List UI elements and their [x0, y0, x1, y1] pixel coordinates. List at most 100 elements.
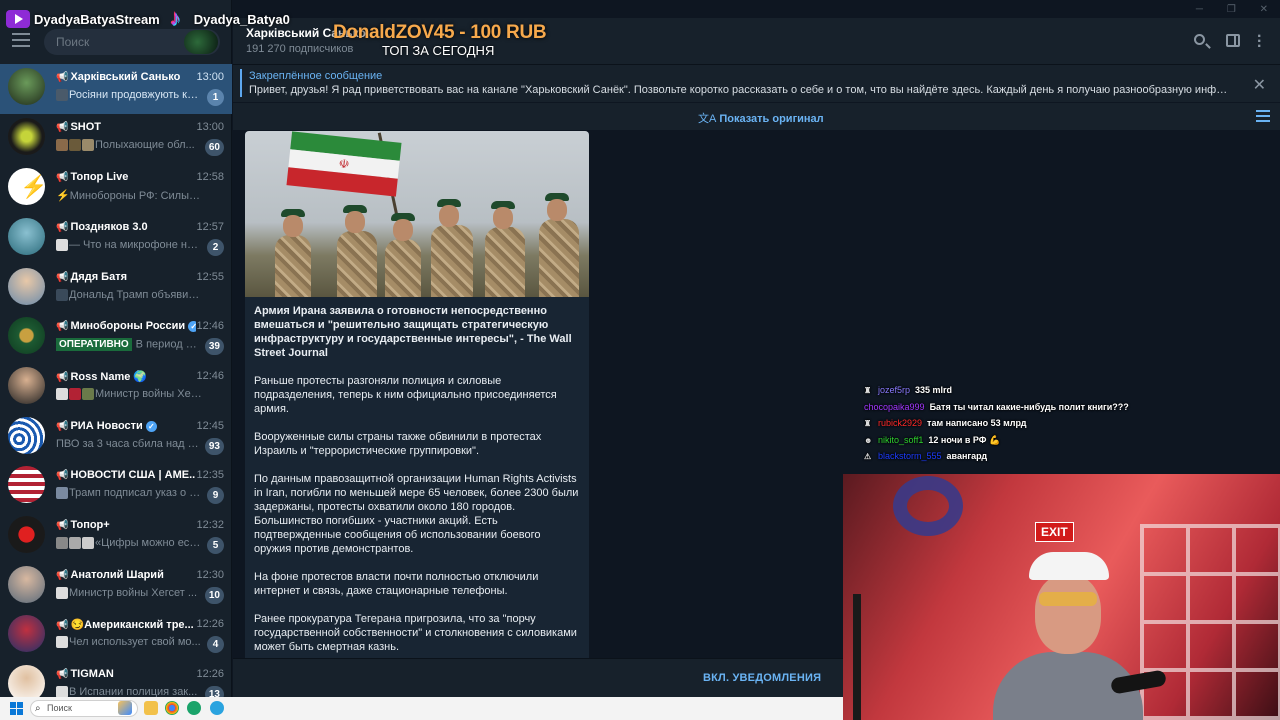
media-thumb-icon — [56, 537, 68, 550]
chat-item-novosti-usa[interactable]: 📢 НОВОСТИ США | АМЕ... 12:35 Трамп подпис… — [0, 462, 232, 512]
play-icon — [56, 239, 68, 252]
chat-time: 12:55 — [196, 271, 224, 283]
more-vertical-icon[interactable]: · · · — [1257, 29, 1262, 55]
close-icon[interactable]: ✕ — [1253, 75, 1266, 95]
megaphone-icon: 📢 — [56, 72, 69, 83]
chat-time: 12:46 — [196, 370, 224, 382]
widget-icon[interactable] — [118, 701, 132, 715]
media-thumb-icon — [56, 89, 68, 102]
menu-icon[interactable] — [12, 33, 30, 47]
chat-preview: Дональд Трамп объявил о в... — [56, 289, 202, 302]
avatar — [8, 466, 45, 503]
chat-item-anatoly-shariy[interactable]: 📢 Анатолий Шарий 12:30 Министр войны Хегс… — [0, 562, 232, 612]
media-thumb-icon — [56, 289, 68, 302]
search-icon[interactable] — [1194, 34, 1205, 45]
avatar — [8, 566, 45, 603]
chat-name: 📢 Дядя Батя — [56, 271, 127, 283]
donation-alert: DonaldZOV45 - 100 RUB — [333, 22, 547, 43]
unread-badge: 1 — [207, 89, 224, 106]
media-thumb-icon — [69, 537, 81, 550]
chat-name: 📢 РИА Новости ✓ — [56, 420, 196, 432]
media-thumb-icon — [82, 139, 94, 152]
unread-badge: 2 — [207, 239, 224, 256]
stream-chat-line: ♜ jozef5rp 335 mlrd — [864, 385, 953, 396]
chat-preview: Росіяни продовжують ко... — [56, 89, 202, 102]
folder-icon[interactable] — [144, 701, 158, 715]
megaphone-icon: 📢 — [56, 372, 69, 383]
avatar — [8, 218, 45, 255]
show-original-button[interactable]: 文A Показать оригинал — [698, 110, 824, 126]
chat-time: 12:35 — [196, 469, 224, 481]
translate-settings-icon[interactable] — [1256, 110, 1270, 122]
app-icon[interactable] — [187, 701, 201, 715]
unread-badge: 10 — [204, 587, 224, 604]
chat-item-kharkivskyi-sanko[interactable]: 📢 Харківський Санько 13:00 Росіяни продов… — [0, 64, 232, 114]
chat-time: 12:58 — [196, 171, 224, 183]
post-paragraph: На фоне протестов власти почти полностью… — [254, 571, 539, 597]
chat-item-minoborony[interactable]: 📢 Минобороны России ✓ 12:46 ОПЕРАТИВНО В п… — [0, 313, 232, 363]
iran-flag: ☫ — [286, 131, 402, 197]
enable-notifications-button[interactable]: ВКЛ. УВЕДОМЛЕНИЯ — [703, 672, 821, 684]
brand-youtube-name: DyadyaBatyaStream — [34, 11, 160, 27]
tiktok-icon: ♪ — [169, 5, 181, 30]
close-window-icon[interactable]: ✕ — [1260, 4, 1268, 15]
megaphone-icon: 📢 — [56, 570, 69, 581]
soldier-figure — [337, 205, 377, 297]
chat-time: 13:00 — [196, 71, 224, 83]
post-paragraph: Раньше протесты разгоняли полиция и сило… — [254, 375, 557, 415]
chat-time: 12:26 — [196, 668, 224, 680]
chat-item-topor-plus[interactable]: 📢 Топор+ 12:32 «Цифры можно ест... 5 — [0, 512, 232, 562]
wreath-decoration — [893, 476, 963, 536]
brand-tiktok-name: Dyadya_Batya0 — [193, 11, 290, 27]
media-thumb-icon — [56, 487, 68, 500]
post-paragraph: Ранее прокуратура Тегерана пригрозила, ч… — [254, 613, 577, 653]
pinned-message[interactable]: Закреплённое сообщение Привет, друзья! Я… — [233, 64, 1280, 102]
chrome-icon[interactable] — [165, 701, 179, 715]
user-badge-icon: ♜ — [864, 419, 872, 429]
chat-name: 📢 Ross Name 🌍 — [56, 371, 148, 383]
maximize-icon[interactable]: ❐ — [1227, 4, 1236, 15]
user-badge-icon: ☻ — [864, 435, 873, 445]
mic-arm — [853, 594, 861, 720]
avatar — [8, 68, 45, 105]
chat-item-american-trash[interactable]: 📢 😏Американский тре... 12:26 Чел использу… — [0, 611, 232, 661]
shelf-decoration — [1140, 524, 1280, 720]
stream-brand: DyadyaBatyaStream ♪ Dyadya_Batya0 — [6, 5, 290, 30]
minimize-icon[interactable]: ─ — [1196, 4, 1203, 15]
unread-badge: 93 — [204, 438, 224, 455]
telegram-icon[interactable] — [210, 701, 224, 715]
media-thumb-icon — [82, 537, 94, 550]
chat-preview: «Цифры можно ест... — [56, 537, 202, 550]
avatar — [8, 118, 45, 155]
chat-name: 📢 Топор Live — [56, 171, 129, 183]
unread-badge: 9 — [207, 487, 224, 504]
chat-item-topor-live[interactable]: ⚡ 📢 Топор Live 12:58 ⚡Минобороны РФ: Силы… — [0, 164, 232, 214]
chat-preview: ПВО за 3 часа сбила над ро... — [56, 438, 202, 450]
chat-preview: ОПЕРАТИВНОВ период с 20... — [56, 338, 202, 351]
verified-icon: ✓ — [188, 320, 196, 332]
chat-name: 📢 SHOT — [56, 121, 102, 133]
user-badge-icon: ⚠ — [864, 452, 872, 462]
chat-preview: Трамп подписал указ о з... — [56, 487, 202, 500]
chat-time: 12:30 — [196, 569, 224, 581]
post-photo[interactable]: ☫ — [245, 131, 589, 297]
chat-preview: Полыхающие обл... — [56, 139, 202, 152]
chat-preview: Министр войны Хегсет ... — [56, 587, 202, 600]
story-avatar[interactable] — [184, 30, 218, 54]
stream-chat: ♜ jozef5rp 335 mlrd chocopaika999 Батя ты ч… — [864, 385, 1264, 468]
chat-item-ria-novosti[interactable]: 📢 РИА Новости ✓ 12:45 ПВО за 3 часа сбила… — [0, 413, 232, 463]
avatar — [8, 615, 45, 652]
chat-item-ross-name[interactable]: 📢Ross Name 🌍 12:46 Министр войны Хегсе..… — [0, 363, 232, 413]
chat-item-shot[interactable]: 📢 SHOT 13:00 Полыхающие обл... 60 — [0, 114, 232, 164]
chat-preview: — Что на микрофоне на... — [56, 239, 202, 252]
chat-item-dyadya-batya[interactable]: 📢Дядя Батя 12:55 Дональд Трамп объявил о… — [0, 264, 232, 314]
soldier-figure — [275, 209, 311, 297]
sidebar-toggle-icon[interactable] — [1226, 34, 1240, 47]
play-icon — [56, 636, 68, 649]
chat-item-pozdnyakov[interactable]: 📢 Поздняков 3.0 12:57 — Что на микрофоне … — [0, 214, 232, 264]
search-input[interactable]: Поиск — [44, 29, 220, 55]
chat-name: 📢 😏Американский тре... — [56, 619, 194, 631]
windows-start-icon[interactable] — [10, 702, 23, 715]
pinned-indicator — [240, 69, 242, 97]
search-placeholder: Поиск — [56, 35, 90, 49]
